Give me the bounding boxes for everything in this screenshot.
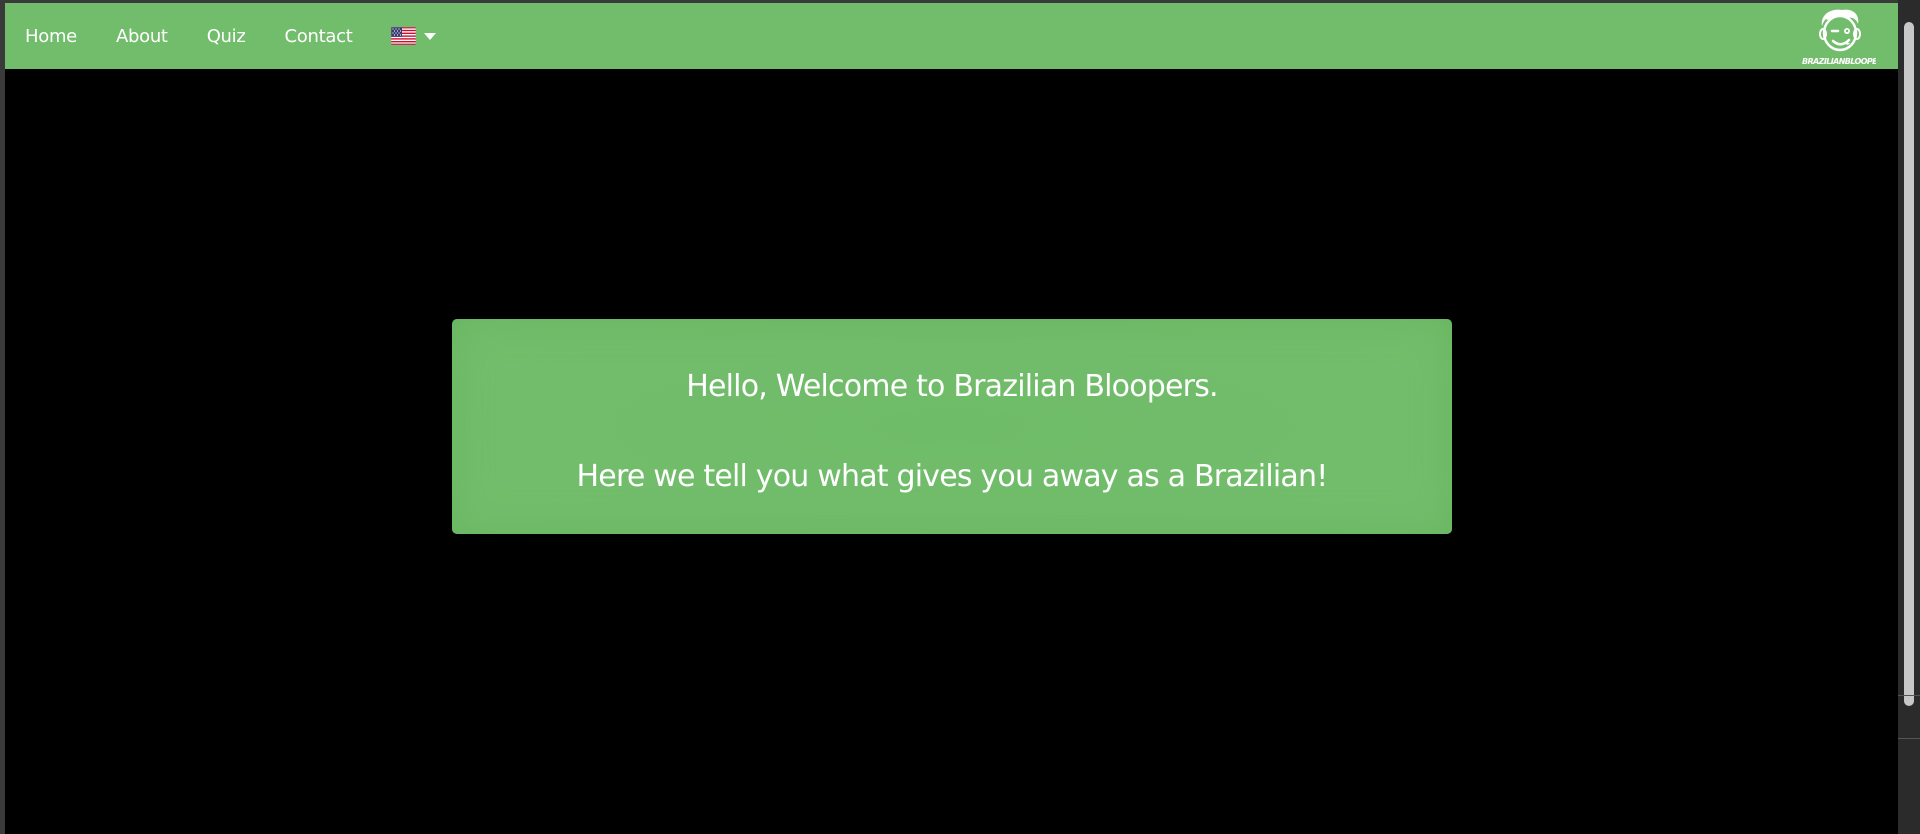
welcome-banner: Hello, Welcome to Brazilian Bloopers. He… — [452, 319, 1452, 534]
nav-contact-link[interactable]: Contact — [285, 26, 353, 47]
nav-menu: Home About Quiz Contact — [25, 3, 437, 69]
welcome-heading: Hello, Welcome to Brazilian Bloopers. — [686, 369, 1218, 404]
top-navbar: Home About Quiz Contact BRAZILIANBLOOP — [5, 3, 1898, 69]
page-viewport: Home About Quiz Contact BRAZILIANBLOOP H… — [5, 3, 1898, 834]
nav-quiz-link[interactable]: Quiz — [207, 26, 246, 47]
welcome-subheading: Here we tell you what gives you away as … — [576, 459, 1329, 494]
language-dropdown[interactable] — [391, 27, 437, 45]
nav-about-link[interactable]: About — [116, 26, 168, 47]
us-flag-icon — [391, 27, 417, 45]
scrollbar-thumb[interactable] — [1904, 22, 1914, 706]
logo-wordmark: BRAZILIANBLOOPERS — [1802, 57, 1876, 66]
scrollbar-divider — [1898, 695, 1920, 739]
page-scrollbar[interactable] — [1898, 0, 1920, 834]
brand-logo[interactable]: BRAZILIANBLOOPERS — [1802, 6, 1876, 66]
cartoon-face-icon — [1819, 9, 1861, 52]
nav-home-link[interactable]: Home — [25, 26, 77, 47]
chevron-down-icon — [424, 32, 437, 40]
